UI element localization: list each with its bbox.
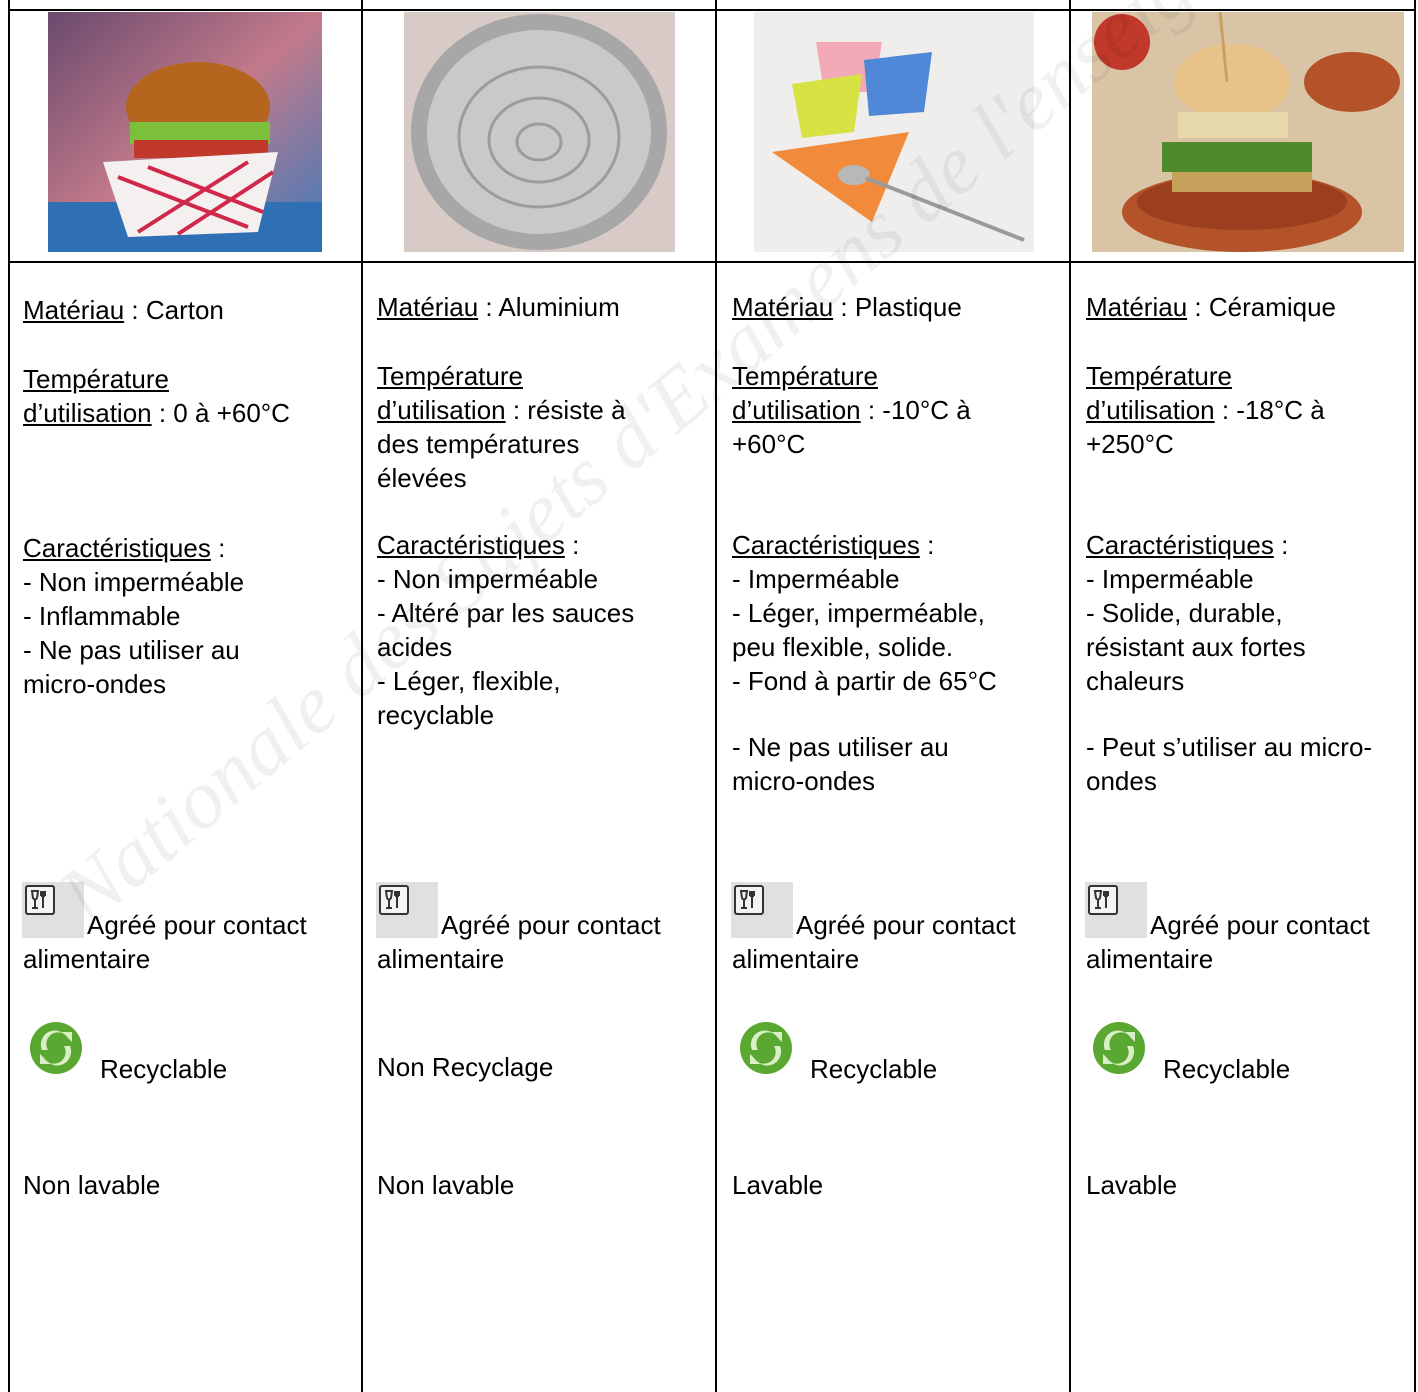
table-divider <box>1069 0 1071 1392</box>
material-separator: : <box>124 295 146 325</box>
temperature-value: : -18°C à <box>1214 395 1325 425</box>
characteristic-item: - Altéré par les sauces <box>377 598 635 628</box>
characteristic-item: résistant aux fortes <box>1086 632 1306 662</box>
characteristic-item: - Imperméable <box>1086 564 1254 594</box>
temperature-block: Température d’utilisation : -10°C à +60°… <box>732 359 1062 461</box>
food-contact-label: Agréé pour contact alimentaire <box>732 910 1016 974</box>
characteristics-label: Caractéristiques <box>732 530 920 560</box>
temperature-label: Température <box>23 364 169 394</box>
temperature-value: +60°C <box>732 429 806 459</box>
table-divider <box>715 0 717 1392</box>
characteristic-item: - Ne pas utiliser au <box>23 635 240 665</box>
table-row-border <box>8 261 1416 263</box>
washable-label: Non lavable <box>23 1170 161 1200</box>
material-value: Carton <box>145 295 224 325</box>
material-separator: : <box>478 292 499 322</box>
material-label: Matériau <box>377 292 479 322</box>
characteristic-item: - Non imperméable <box>377 564 599 594</box>
recycle-label: Recyclable <box>1163 1054 1291 1084</box>
food-contact-label: Agréé pour contact alimentaire <box>23 910 307 974</box>
temperature-label: Température <box>1086 361 1232 391</box>
material-label: Matériau <box>23 295 125 325</box>
temperature-label-usage: d’utilisation <box>1086 395 1215 425</box>
burger-carton-photo <box>48 12 322 252</box>
temperature-block: Température d’utilisation : résiste à de… <box>377 359 707 495</box>
characteristic-item: micro-ondes <box>732 766 876 796</box>
table-divider <box>361 0 363 1392</box>
table-border-left <box>8 0 10 1392</box>
material-label: Matériau <box>732 292 834 322</box>
recycle-label: Recyclable <box>810 1054 938 1084</box>
characteristics-label: Caractéristiques <box>23 533 211 563</box>
material-value: Plastique <box>854 292 962 322</box>
recycle-label: Non Recyclage <box>377 1052 554 1082</box>
recycle-icon <box>740 1022 792 1074</box>
temperature-label: Température <box>377 361 523 391</box>
temperature-label-usage: d’utilisation <box>377 395 506 425</box>
temperature-value: : -10°C à <box>860 395 971 425</box>
characteristics-extra: - Ne pas utiliser au micro-ondes <box>732 730 1062 798</box>
characteristic-item: - Léger, imperméable, <box>732 598 985 628</box>
food-contact-label: Agréé pour contact alimentaire <box>1086 910 1370 974</box>
temperature-block: Température d’utilisation : -18°C à +250… <box>1086 359 1416 461</box>
characteristic-item: - Imperméable <box>732 564 900 594</box>
characteristic-item: - Fond à partir de 65°C <box>732 666 997 696</box>
temperature-value: des températures <box>377 429 580 459</box>
characteristics-label: Caractéristiques <box>377 530 565 560</box>
recycle-icon <box>30 1022 82 1074</box>
ceramic-bowl-burger-photo <box>1092 12 1404 252</box>
characteristics-block: Caractéristiques : - Imperméable - Léger… <box>732 528 1062 698</box>
characteristics-label: Caractéristiques <box>1086 530 1274 560</box>
material-separator: : <box>833 292 855 322</box>
characteristic-item: ondes <box>1086 766 1157 796</box>
characteristic-item: - Solide, durable, <box>1086 598 1283 628</box>
temperature-label-usage: d’utilisation <box>23 398 152 428</box>
characteristic-item: peu flexible, solide. <box>732 632 954 662</box>
characteristic-item: - Ne pas utiliser au <box>732 732 949 762</box>
material-separator: : <box>1187 292 1209 322</box>
characteristic-item: micro-ondes <box>23 669 167 699</box>
aluminium-tray-photo <box>404 12 675 252</box>
characteristic-item: acides <box>377 632 453 662</box>
food-contact-label: Agréé pour contact alimentaire <box>377 910 661 974</box>
plastic-bowls-photo <box>754 12 1034 252</box>
temperature-value: élevées <box>377 463 467 493</box>
recycle-icon <box>1093 1022 1145 1074</box>
characteristic-item: chaleurs <box>1086 666 1185 696</box>
temperature-value: : 0 à +60°C <box>151 398 290 428</box>
material-label: Matériau <box>1086 292 1188 322</box>
material-value: Céramique <box>1208 292 1336 322</box>
characteristics-block: Caractéristiques : - Imperméable - Solid… <box>1086 528 1416 698</box>
characteristic-item: - Inflammable <box>23 601 181 631</box>
washable-label: Lavable <box>1086 1170 1178 1200</box>
temperature-label-usage: d’utilisation <box>732 395 861 425</box>
temperature-value: +250°C <box>1086 429 1174 459</box>
washable-label: Non lavable <box>377 1170 515 1200</box>
material-value: Aluminium <box>498 292 620 322</box>
temperature-block: Température d’utilisation : 0 à +60°C <box>23 362 353 430</box>
characteristic-item: - Non imperméable <box>23 567 245 597</box>
characteristic-item: - Peut s’utiliser au micro- <box>1086 732 1373 762</box>
characteristics-block: Caractéristiques : - Non imperméable - I… <box>23 531 353 701</box>
characteristic-item: recyclable <box>377 700 495 730</box>
characteristics-extra: - Peut s’utiliser au micro- ondes <box>1086 730 1416 798</box>
table-row-border <box>8 9 1416 11</box>
characteristic-item: - Léger, flexible, <box>377 666 561 696</box>
temperature-value: : résiste à <box>505 395 626 425</box>
temperature-label: Température <box>732 361 878 391</box>
washable-label: Lavable <box>732 1170 824 1200</box>
characteristics-block: Caractéristiques : - Non imperméable - A… <box>377 528 707 732</box>
recycle-label: Recyclable <box>100 1054 228 1084</box>
